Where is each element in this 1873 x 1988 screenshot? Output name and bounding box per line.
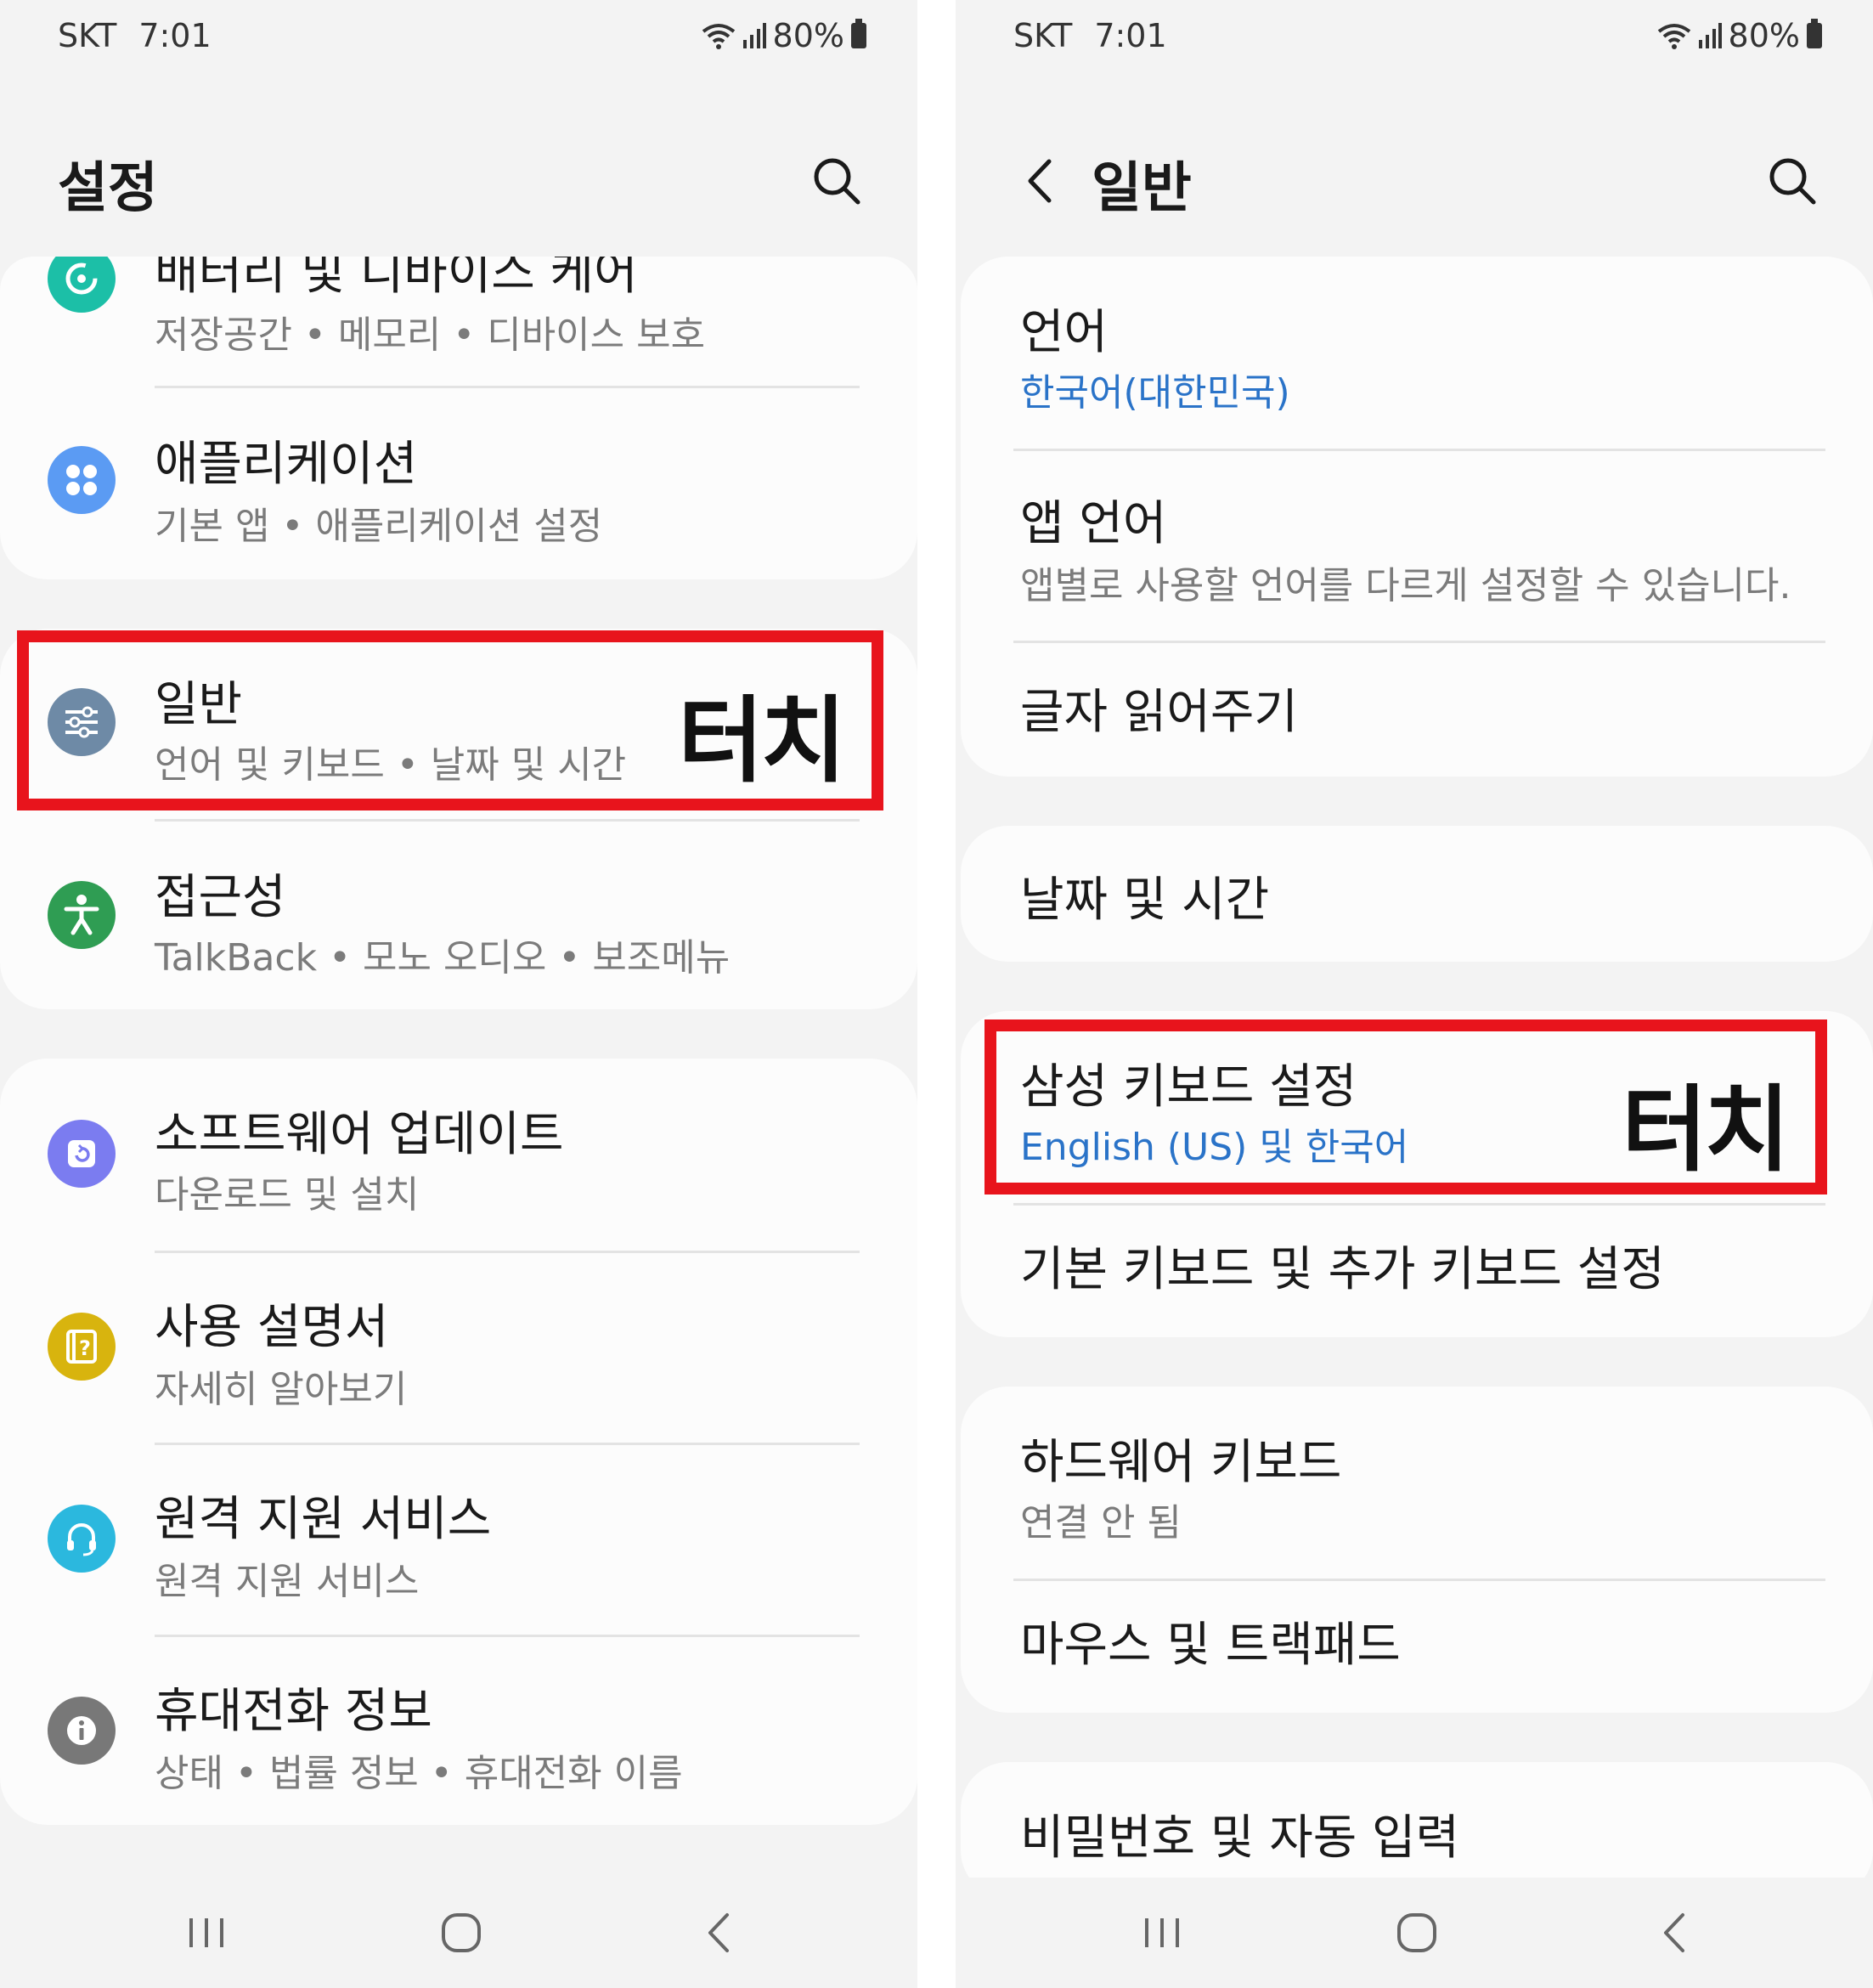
software-update-icon [48,1120,116,1188]
clock: 7:01 [1094,17,1167,54]
item-title: 접근성 [155,870,286,925]
page-title: 설정 [58,157,158,220]
general-item-app-language[interactable]: 앱 언어 앱별로 사용할 언어를 다르게 설정할 수 있습니다. [961,451,1873,641]
general-card-hardware: 하드웨어 키보드 연결 안 됨 마우스 및 트랙패드 [961,1387,1873,1713]
item-subtitle: TalkBack • 모노 오디오 • 보조메뉴 [155,936,731,980]
item-title: 날짜 및 시간 [1020,873,1270,928]
general-item-hardware-keyboard[interactable]: 하드웨어 키보드 연결 안 됨 [961,1387,1873,1579]
battery-percent: 80% [772,17,844,54]
touch-label: 터치 [678,686,846,795]
home-button[interactable] [1387,1903,1447,1963]
item-title: 휴대전화 정보 [155,1684,432,1739]
item-title: 글자 읽어주기 [1020,685,1298,740]
recent-apps-icon [189,1918,223,1947]
item-subtitle: 연결 안 됨 [1020,1501,1182,1545]
settings-card-1: 배터리 및 디바이스 케어 저장공간 • 메모리 • 디바이스 보호 애플리케이… [0,257,917,579]
screenshot-gap [917,0,956,1988]
home-icon [1397,1913,1436,1952]
item-subtitle: 기본 앱 • 애플리케이션 설정 [155,505,603,548]
phone-info-icon [48,1697,116,1765]
status-bar: SKT 7:01 80% [1013,15,1822,56]
general-item-mouse-trackpad[interactable]: 마우스 및 트랙패드 [961,1581,1873,1713]
general-card-language: 언어 한국어(대한민국) 앱 언어 앱별로 사용할 언어를 다르게 설정할 수 … [961,257,1873,777]
general-card-datetime: 날짜 및 시간 [961,826,1873,962]
chevron-left-icon [1028,159,1052,203]
carrier-label: SKT [58,17,117,54]
item-title: 앱 언어 [1020,496,1167,551]
item-title: 비밀번호 및 자동 입력 [1020,1810,1460,1866]
general-item-date-time[interactable]: 날짜 및 시간 [961,826,1873,962]
item-title: 배터리 및 디바이스 케어 [155,257,638,301]
battery-icon [1807,19,1822,48]
signal-icon [742,23,766,48]
settings-item-phone-info[interactable]: 휴대전화 정보 상태 • 법률 정보 • 휴대전화 이름 [0,1637,917,1825]
signal-icon [1698,23,1722,48]
general-item-text-to-speech[interactable]: 글자 읽어주기 [961,643,1873,777]
search-icon [1769,158,1816,205]
settings-item-user-manual[interactable]: ? 사용 설명서 자세히 알아보기 [0,1253,917,1444]
search-button[interactable] [807,151,866,211]
item-subtitle: 한국어(대한민국) [1020,371,1290,415]
carrier-label: SKT [1013,17,1073,54]
home-icon [442,1913,481,1952]
item-subtitle: 자세히 알아보기 [155,1368,408,1411]
clock: 7:01 [138,17,212,54]
recent-apps-button[interactable] [1132,1903,1192,1963]
settings-item-remote-support[interactable]: 원격 지원 서비스 원격 지원 서비스 [0,1445,917,1636]
search-icon [814,158,860,205]
apps-icon [48,446,116,514]
accessibility-icon [48,881,116,949]
item-title: 애플리케이션 [155,437,418,492]
status-bar: SKT 7:01 80% [58,15,866,56]
item-title: 하드웨어 키보드 [1020,1435,1342,1490]
item-title: 마우스 및 트랙패드 [1020,1618,1401,1673]
item-subtitle: 다운로드 및 설치 [155,1173,420,1217]
back-icon [1664,1913,1684,1952]
item-subtitle: 저장공간 • 메모리 • 디바이스 보호 [155,313,706,357]
settings-screen: SKT 7:01 80% 설정 배터리 및 디바이스 케어 저장공간 • 메모리… [0,0,917,1988]
settings-card-3: 소프트웨어 업데이트 다운로드 및 설치 ? 사용 설명서 자세히 알아보기 원… [0,1059,917,1825]
wifi-icon [1657,24,1690,49]
back-button[interactable] [690,1903,749,1963]
item-title: 기본 키보드 및 추가 키보드 설정 [1020,1242,1665,1297]
page-title: 일반 [1092,157,1192,220]
battery-icon [851,19,866,48]
recent-apps-icon [1145,1918,1179,1947]
recent-apps-button[interactable] [177,1903,236,1963]
item-title: 사용 설명서 [155,1300,389,1355]
back-icon [708,1913,729,1952]
navigation-bar [0,1878,917,1988]
back-button[interactable] [1645,1903,1705,1963]
navigation-bar [956,1878,1873,1988]
item-subtitle: 원격 지원 서비스 [155,1560,420,1603]
settings-item-accessibility[interactable]: 접근성 TalkBack • 모노 오디오 • 보조메뉴 [0,822,917,1009]
general-item-default-keyboard[interactable]: 기본 키보드 및 추가 키보드 설정 [961,1206,1873,1337]
user-manual-icon: ? [48,1313,116,1381]
item-title: 언어 [1020,305,1109,360]
general-settings-screen: SKT 7:01 80% 일반 언어 한국어(대한민국) 앱 언어 앱별로 사용… [956,0,1873,1988]
settings-item-device-care[interactable]: 배터리 및 디바이스 케어 저장공간 • 메모리 • 디바이스 보호 [0,257,917,384]
remote-support-icon [48,1505,116,1573]
title-bar: 설정 [0,136,917,229]
touch-label: 터치 [1622,1076,1790,1184]
item-subtitle: 앱별로 사용할 언어를 다르게 설정할 수 있습니다. [1020,564,1791,607]
device-care-icon [48,257,116,313]
wifi-icon [702,24,735,49]
search-button[interactable] [1763,151,1822,211]
general-item-language[interactable]: 언어 한국어(대한민국) [961,257,1873,449]
battery-percent: 80% [1728,17,1800,54]
item-title: 원격 지원 서비스 [155,1492,492,1547]
home-button[interactable] [432,1903,491,1963]
title-bar: 일반 [956,136,1873,229]
item-subtitle: 상태 • 법률 정보 • 휴대전화 이름 [155,1752,683,1795]
settings-item-apps[interactable]: 애플리케이션 기본 앱 • 애플리케이션 설정 [0,388,917,579]
settings-item-software-update[interactable]: 소프트웨어 업데이트 다운로드 및 설치 [0,1059,917,1251]
item-title: 소프트웨어 업데이트 [155,1107,564,1162]
svg-text:?: ? [79,1336,91,1360]
back-button[interactable] [1013,151,1073,211]
